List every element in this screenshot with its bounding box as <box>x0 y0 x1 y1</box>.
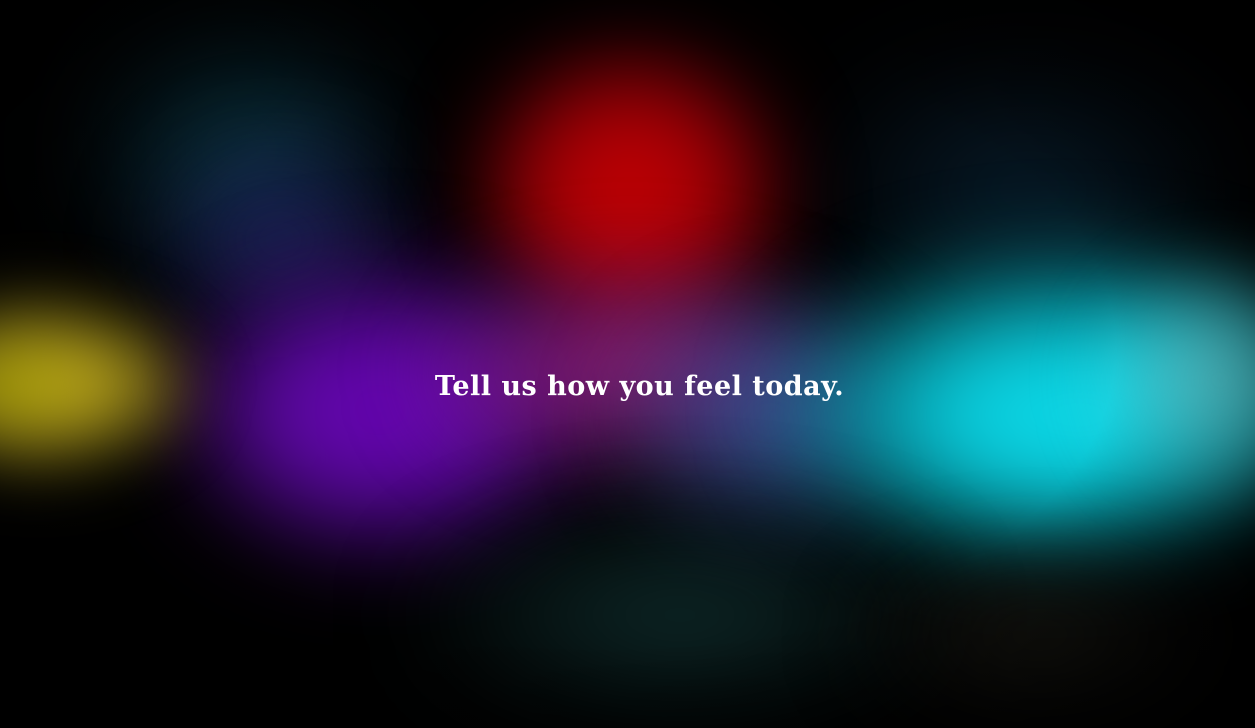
brown-glow <box>860 560 1220 710</box>
teal-glow <box>80 20 400 280</box>
purple-glow <box>170 260 590 560</box>
vignette-overlay <box>0 0 1255 728</box>
gradient-background: Tell us how you feel today. <box>0 0 1255 728</box>
hero-headline: Tell us how you feel today. <box>434 371 845 402</box>
blue-glow <box>620 300 920 540</box>
navy-glow <box>150 140 410 340</box>
magenta-glow <box>420 270 840 470</box>
green-glow <box>420 520 940 710</box>
dark-teal-glow <box>820 60 1240 320</box>
red-glow <box>470 40 790 340</box>
